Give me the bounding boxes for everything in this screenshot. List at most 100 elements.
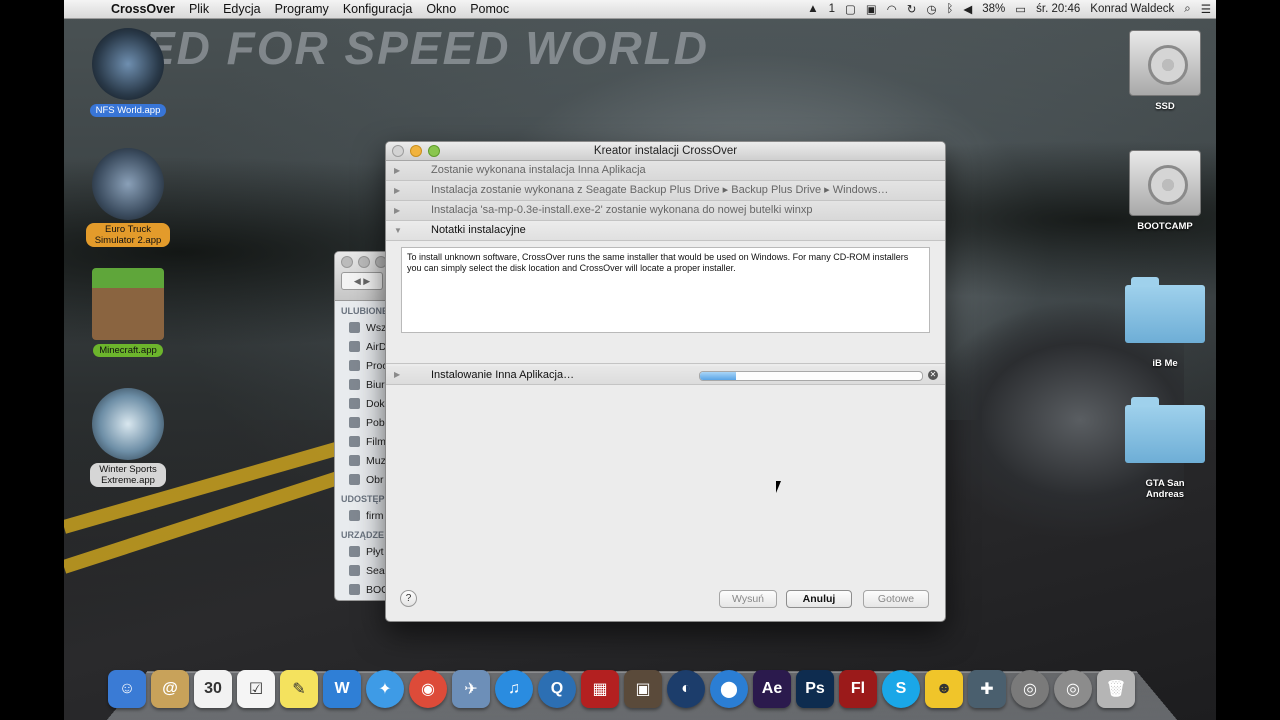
desktop-icon-minecraft[interactable]: Minecraft.app [83,268,173,358]
menu-pomoc[interactable]: Pomoc [463,2,516,16]
dock-calendar-icon[interactable]: 30 [194,670,232,708]
desktop-icon-ssd[interactable]: SSD [1120,30,1210,114]
dock-crossover-icon[interactable]: ◎ [1011,670,1049,708]
dock-finder-icon[interactable]: ☺ [108,670,146,708]
menu-programy[interactable]: Programy [268,2,336,16]
done-button[interactable]: Gotowe [863,590,929,608]
help-button[interactable]: ? [400,590,417,607]
desktop-icon-label: Euro Truck Simulator 2.app [86,223,170,247]
minimize-icon[interactable] [358,256,370,268]
clock[interactable]: śr. 20:46 [1031,3,1085,15]
disc-icon [349,546,360,557]
downloads-icon [349,417,360,428]
menu-edycja[interactable]: Edycja [216,2,268,16]
dock-preview-icon[interactable]: ✈ [452,670,490,708]
volume-icon[interactable]: ◀ [958,2,977,16]
disclosure-triangle-icon[interactable]: ▶ [394,161,400,180]
dock-chrome-icon[interactable]: ◉ [409,670,447,708]
finder-sidebar-label: Sea [366,564,385,577]
desktop-icon-bootcamp[interactable]: BOOTCAMP [1120,150,1210,234]
adobe-icon[interactable]: ▲ [802,3,823,15]
crossover-install-dialog[interactable]: Kreator instalacji CrossOver ▶ Zostanie … [385,141,946,622]
dialog-titlebar[interactable]: Kreator instalacji CrossOver [386,142,945,161]
finder-sidebar-label: Pob [366,416,385,429]
desktop-icon-winter-sports[interactable]: Winter Sports Extreme.app [83,388,173,488]
dock-flash-icon[interactable]: Fl [839,670,877,708]
applications-icon [349,360,360,371]
step-source[interactable]: ▶ Instalacja zostanie wykonana z Seagate… [386,181,945,201]
dock-downloads-icon[interactable]: ◎ [1054,670,1092,708]
step-label: Zostanie wykonana instalacja Inna Aplika… [431,164,646,176]
dock-itunes-icon[interactable]: ♫ [495,670,533,708]
menu-app-name[interactable]: CrossOver [104,2,182,16]
menu-plik[interactable]: Plik [182,2,216,16]
disclosure-triangle-icon[interactable]: ▶ [394,201,400,220]
battery-icon[interactable]: ▭ [1010,2,1031,16]
wifi-icon[interactable]: ◠ [882,2,902,16]
time-machine-icon[interactable]: ◷ [921,2,941,16]
screen-icon[interactable]: ▣ [861,2,882,16]
step-notes[interactable]: ▼ Notatki instalacyjne [386,221,945,241]
finder-sidebar-label: firm [366,509,384,522]
dock-iphoto-icon[interactable]: ▣ [624,670,662,708]
dropbox-icon[interactable]: ▢ [840,2,861,16]
close-icon[interactable] [341,256,353,268]
spotlight-icon[interactable]: ⌕ [1179,3,1195,16]
folder-icon [1125,397,1205,463]
desktop-icon-euro-truck[interactable]: Euro Truck Simulator 2.app [83,148,173,248]
menu-okno[interactable]: Okno [419,2,463,16]
install-progress-row[interactable]: ▶ Instalowanie Inna Aplikacja… ✕ [386,366,945,385]
menu-konfiguracja[interactable]: Konfiguracja [336,2,420,16]
step-label: Instalacja 'sa-mp-0.3e-install.exe-2' zo… [431,204,813,216]
drive-icon [349,584,360,595]
minecraft-app-icon [92,268,164,340]
dock-contacts-icon[interactable]: @ [151,670,189,708]
disclosure-triangle-icon[interactable]: ▶ [394,366,400,384]
progress-bar [699,371,923,381]
mouse-pointer [776,481,786,493]
step-bottle[interactable]: ▶ Instalacja 'sa-mp-0.3e-install.exe-2' … [386,201,945,221]
dock-cinema4d-icon[interactable]: ◐ [667,670,705,708]
finder-sidebar-label: Dok [366,397,385,410]
dock-trash-icon[interactable]: 🗑 [1097,670,1135,708]
dock-ball-icon[interactable]: ⬤ [710,670,748,708]
back-forward-button[interactable]: ◀ ▶ [341,272,383,290]
desktop: ED FOR SPEED WORLD CrossOver Plik Edycja… [64,0,1216,720]
desktop-icon-label: Winter Sports Extreme.app [90,463,166,487]
dock-after-effects-icon[interactable]: Ae [753,670,791,708]
notification-badge[interactable]: 1 [824,3,840,15]
dock-skype-icon[interactable]: S [882,670,920,708]
sync-icon[interactable]: ↻ [902,2,922,16]
all-files-icon [349,322,360,333]
notes-panel: To install unknown software, CrossOver r… [386,247,945,364]
dock-stickies-icon[interactable]: ✎ [280,670,318,708]
dock-word-icon[interactable]: W [323,670,361,708]
dock-quicktime-icon[interactable]: Q [538,670,576,708]
battery-percent[interactable]: 38% [977,3,1010,15]
stop-install-icon[interactable]: ✕ [928,370,938,380]
dock-utility-icon[interactable]: ✚ [968,670,1006,708]
disclosure-triangle-open-icon[interactable]: ▼ [394,221,402,240]
zoom-icon[interactable] [428,145,440,157]
notification-center-icon[interactable]: ☰ [1196,2,1216,16]
dock-photo-booth-icon[interactable]: ▦ [581,670,619,708]
install-notes-text: To install unknown software, CrossOver r… [401,247,930,333]
bluetooth-icon[interactable]: ᛒ [941,3,958,15]
minimize-icon[interactable] [410,145,422,157]
step-application[interactable]: ▶ Zostanie wykonana instalacja Inna Apli… [386,161,945,181]
disclosure-triangle-icon[interactable]: ▶ [394,181,400,200]
dock-reminders-icon[interactable]: ☑ [237,670,275,708]
dock-safari-icon[interactable]: ✦ [366,670,404,708]
finder-sidebar-label: Biur [366,378,385,391]
close-icon[interactable] [392,145,404,157]
step-label: Notatki instalacyjne [431,224,526,236]
eject-button[interactable]: Wysuń [719,590,777,608]
desktop-icon-nfs-world[interactable]: NFS World.app [83,28,173,118]
desktop-icon-gta[interactable]: GTA San Andreas [1120,397,1210,502]
dock-smiley-icon[interactable]: ☻ [925,670,963,708]
step-label: Instalacja zostanie wykonana z Seagate B… [431,184,889,196]
dock-photoshop-icon[interactable]: Ps [796,670,834,708]
cancel-button[interactable]: Anuluj [786,590,852,608]
desktop-icon-ib-me[interactable]: iB Me [1120,277,1210,371]
user-name[interactable]: Konrad Waldeck [1085,3,1179,15]
